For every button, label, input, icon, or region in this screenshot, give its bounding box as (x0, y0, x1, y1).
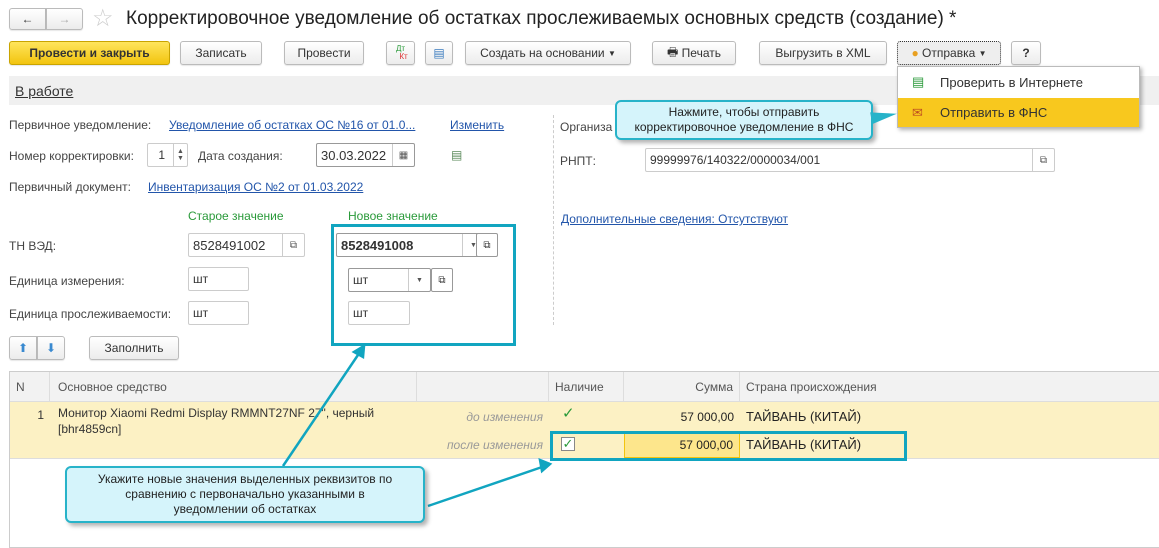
arrowhead (538, 458, 553, 474)
callout-values-hint: Укажите новые значения выделенных реквиз… (65, 466, 425, 523)
arrow-to-new-values (281, 351, 362, 467)
callout-send-hint: Нажмите, чтобы отправить корректировочно… (615, 100, 873, 140)
arrow-to-row (427, 464, 546, 508)
arrowhead (351, 343, 366, 360)
